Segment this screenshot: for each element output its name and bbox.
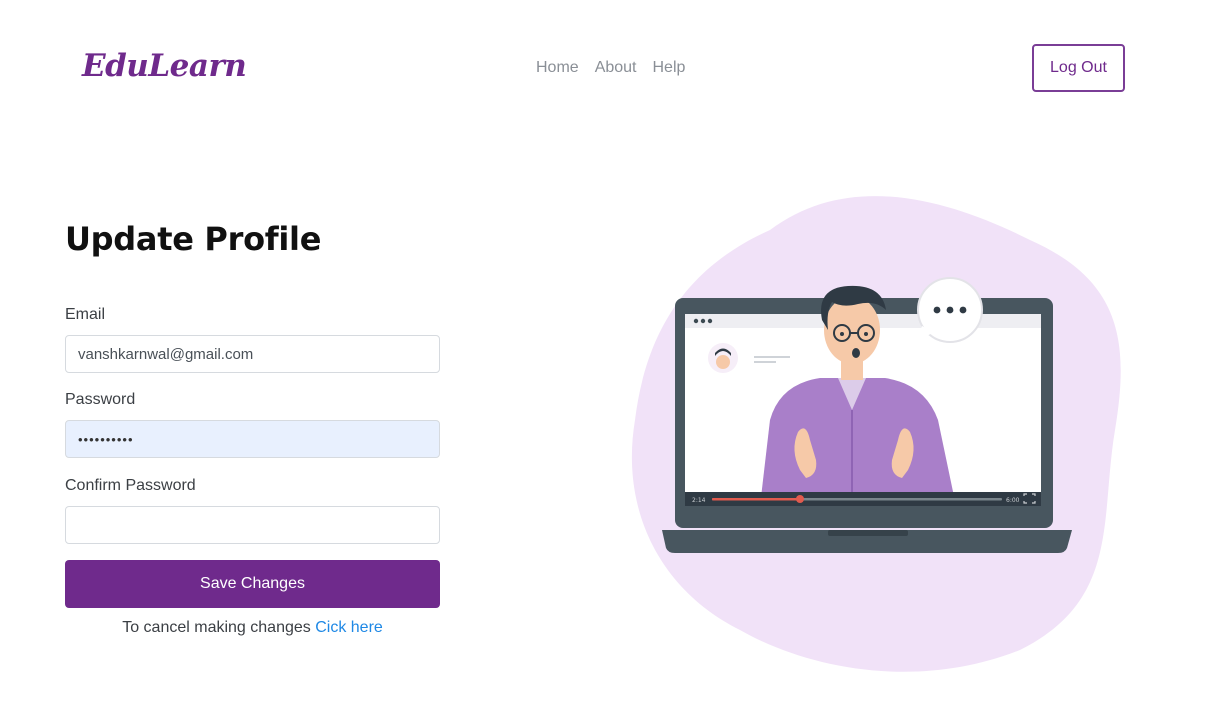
video-progress-icon — [712, 498, 800, 501]
password-field[interactable]: •••••••••• — [65, 420, 440, 458]
save-changes-button[interactable]: Save Changes — [65, 560, 440, 608]
update-profile-page: EduLearn Home About Help Log Out Update … — [0, 0, 1210, 722]
brand-logo[interactable]: EduLearn — [82, 48, 247, 84]
page-title: Update Profile — [65, 220, 322, 258]
speech-bubble-icon — [916, 277, 983, 343]
nav-links: Home About Help — [536, 59, 685, 77]
password-label: Password — [65, 391, 136, 408]
hero-illustration: 2:14 6:00 — [620, 170, 1140, 680]
svg-text:6:00: 6:00 — [1006, 497, 1020, 504]
nav-help-link[interactable]: Help — [653, 59, 686, 77]
confirm-password-label: Confirm Password — [65, 477, 196, 494]
password-value: •••••••••• — [78, 431, 134, 447]
nav-home-link[interactable]: Home — [536, 59, 579, 77]
confirm-password-field[interactable] — [65, 506, 440, 544]
navbar: EduLearn Home About Help Log Out — [0, 0, 1210, 130]
svg-text:2:14: 2:14 — [692, 497, 706, 504]
video-controls: 2:14 6:00 — [685, 492, 1041, 506]
email-value: vanshkarnwal@gmail.com — [78, 345, 254, 363]
logout-button[interactable]: Log Out — [1032, 44, 1125, 92]
email-label: Email — [65, 306, 106, 323]
cancel-text: To cancel making changes — [122, 619, 311, 636]
cancel-link[interactable]: Cick here — [315, 619, 383, 636]
cancel-message: To cancel making changes Cick here — [65, 619, 440, 637]
nav-about-link[interactable]: About — [595, 59, 637, 77]
email-field[interactable]: vanshkarnwal@gmail.com — [65, 335, 440, 373]
